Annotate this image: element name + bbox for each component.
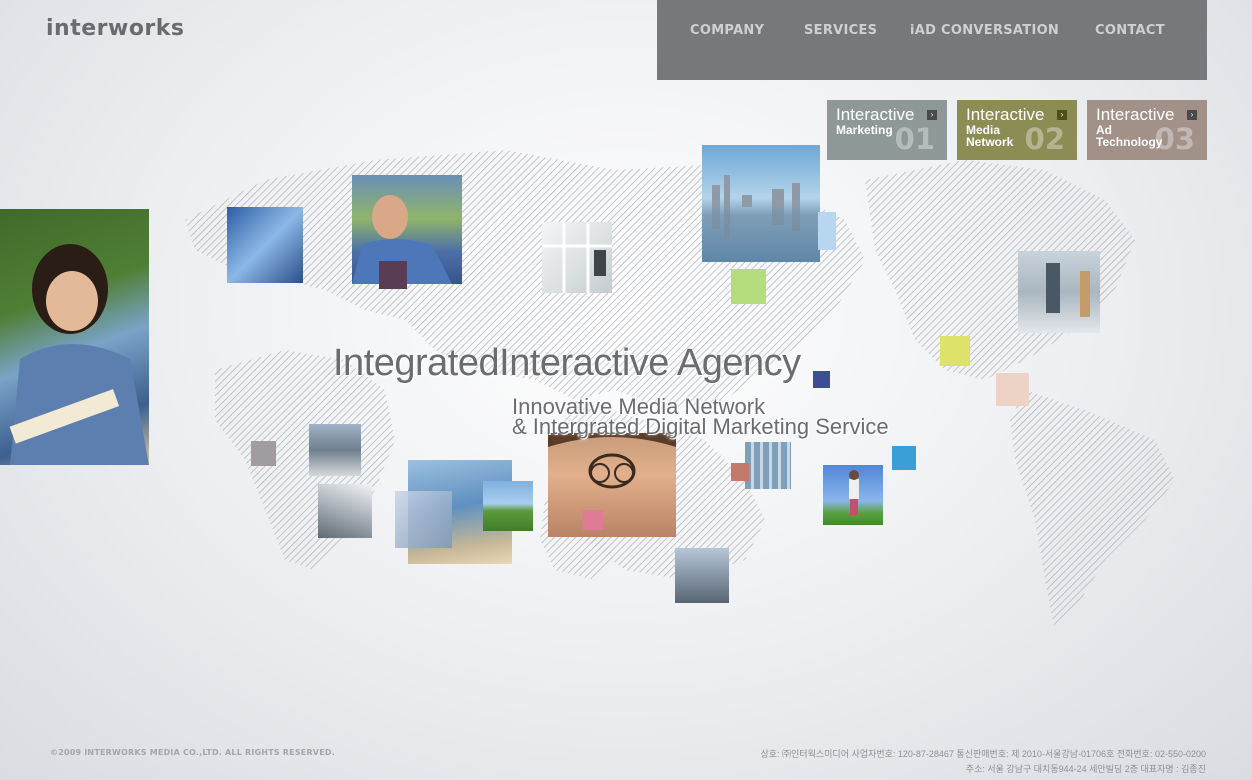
tree-field-photo [483,481,533,531]
businessman-phone-photo [352,175,462,284]
walkers-illustration [1046,263,1090,317]
nav-services[interactable]: SERVICES [804,23,877,38]
copyright-text: ©2009 INTERWORKS MEDIA CO.,LTD. ALL RIGH… [50,748,335,757]
interworks-logo[interactable]: interworks [46,16,185,41]
color-square [818,212,836,250]
city-street-photo [309,424,361,476]
hero-subline-2: & Intergrated Digital Marketing Service [512,414,889,439]
color-square [940,336,970,366]
main-nav: COMPANY SERVICES iAD CONVERSATION CONTAC… [657,0,1207,80]
nav-contact[interactable]: CONTACT [1095,23,1165,38]
nav-iad-conversation[interactable]: iAD CONVERSATION [910,23,1059,38]
city-aerial-photo [675,548,729,603]
person-illustration [849,470,859,515]
arrow-right-icon: › [1057,110,1067,120]
building-facade-photo [395,491,452,548]
color-square [731,463,749,481]
arrow-right-icon: › [927,110,937,120]
company-info-line1: 상호: ㈜인터웍스미디어 사업자번호: 120-87-28467 통신판매번호:… [760,749,1206,759]
tunnel-photo [227,207,303,283]
color-square [251,441,276,466]
person-field-photo [823,465,883,525]
hero-headline-part1: Integrated [333,342,500,384]
skyline-illustration [712,175,800,239]
tile-subtitle: Marketing [836,123,893,137]
man-glasses-photo [548,433,676,537]
skyscraper-photo [318,484,372,538]
office-window-photo [542,222,612,293]
color-square [583,510,603,530]
hero-headline-part2: Interactive Agency [499,342,801,384]
company-info-line2: 주소: 서울 강남구 대치동944-24 세안빌딩 2층 대표자명 : 김종진 [965,764,1206,774]
color-square [892,446,916,470]
office-building-photo [745,442,791,489]
businessman-illustration [352,195,452,284]
color-square [379,261,407,289]
girl-reading-illustration [9,244,149,465]
color-square [731,269,766,304]
color-square [813,371,830,388]
window-grid-illustration [542,222,612,293]
hero-headline: IntegratedInteractive Agency [333,342,801,385]
man-glasses-illustration [548,433,676,489]
color-square [996,373,1029,406]
nav-company[interactable]: COMPANY [690,23,764,38]
city-skyline-reflection-photo [702,145,820,262]
girl-reading-photo [0,209,149,465]
street-walking-photo [1018,251,1100,333]
arrow-right-icon: › [1187,110,1197,120]
